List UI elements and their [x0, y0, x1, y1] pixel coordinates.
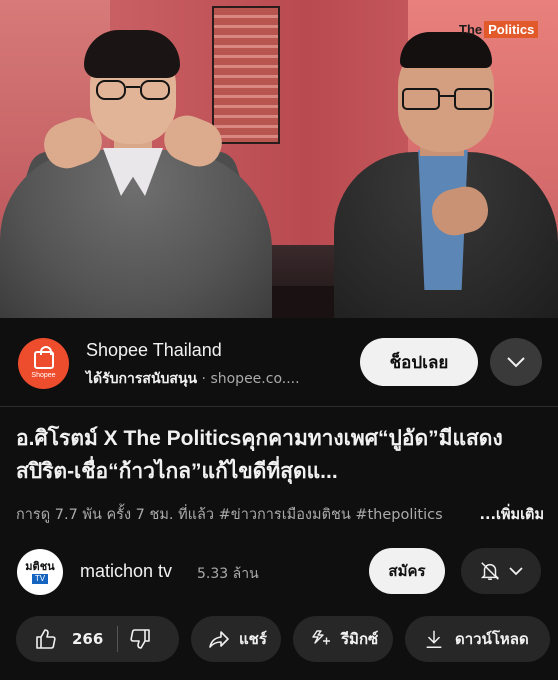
shop-now-button[interactable]: ช็อปเลย: [360, 338, 478, 386]
remix-label: รีมิกซ์: [341, 630, 379, 648]
thumbs-up-icon[interactable]: [34, 627, 58, 651]
channel-name[interactable]: matichon tv: [80, 561, 172, 582]
like-divider: [117, 626, 119, 652]
download-button[interactable]: ดาวน์โหลด: [405, 616, 550, 662]
chevron-down-icon: [507, 357, 525, 368]
video-player[interactable]: The Politics: [0, 0, 558, 318]
subscribe-button[interactable]: สมัคร: [369, 548, 445, 594]
watermark-brand: Politics: [484, 21, 539, 38]
channel-avatar[interactable]: มติชน TV: [17, 549, 63, 595]
guest-glasses: [402, 88, 492, 112]
ad-subline: ได้รับการสนับสนุน · shopee.co....: [86, 368, 300, 390]
remix-icon: [312, 630, 330, 645]
ad-advertiser-name[interactable]: Shopee Thailand: [86, 340, 222, 361]
ad-domain: shopee.co....: [210, 371, 300, 387]
sponsored-label: ได้รับการสนับสนุน: [86, 371, 198, 387]
shopee-logo-icon[interactable]: Shopee: [18, 338, 69, 389]
watermark-the: The: [459, 22, 483, 37]
ad-expand-button[interactable]: [490, 338, 542, 386]
avatar-text-bottom: TV: [31, 573, 49, 584]
the-politics-watermark: The Politics: [459, 21, 539, 38]
bell-off-icon: [480, 562, 500, 580]
view-and-tags: การดู 7.7 พัน ครั้ง 7 ชม. ที่แล้ว #ข่าวก…: [16, 507, 443, 523]
shopee-logo-word: Shopee: [31, 371, 56, 379]
notification-bell-button[interactable]: [461, 548, 541, 594]
host-left-glasses: [96, 80, 170, 102]
studio-screen: [212, 6, 280, 144]
video-meta[interactable]: การดู 7.7 พัน ครั้ง 7 ชม. ที่แล้ว #ข่าวก…: [16, 503, 544, 526]
share-icon: [209, 631, 229, 648]
avatar-text-top: มติชน: [25, 559, 55, 573]
share-label: แชร์: [239, 630, 267, 648]
like-dislike-pill[interactable]: 266: [16, 616, 179, 662]
download-label: ดาวน์โหลด: [455, 630, 529, 648]
download-icon: [426, 630, 442, 648]
like-count: 266: [72, 630, 104, 648]
thumbs-down-icon[interactable]: [128, 627, 152, 651]
subscriber-count: 5.33 ล้าน: [197, 566, 259, 582]
ad-separator: ·: [201, 371, 206, 387]
more-link[interactable]: ...เพิ่มเติม: [475, 503, 544, 526]
section-divider: [0, 406, 558, 407]
chevron-down-icon: [509, 566, 523, 575]
shopping-bag-icon: [33, 345, 54, 369]
share-button[interactable]: แชร์: [191, 616, 281, 662]
remix-button[interactable]: รีมิกซ์: [293, 616, 393, 662]
video-title[interactable]: อ.ศิโรตม์ X The Politicsคุกคามทางเพศ“ปูอ…: [16, 422, 544, 488]
host-left-hair: [84, 30, 180, 78]
